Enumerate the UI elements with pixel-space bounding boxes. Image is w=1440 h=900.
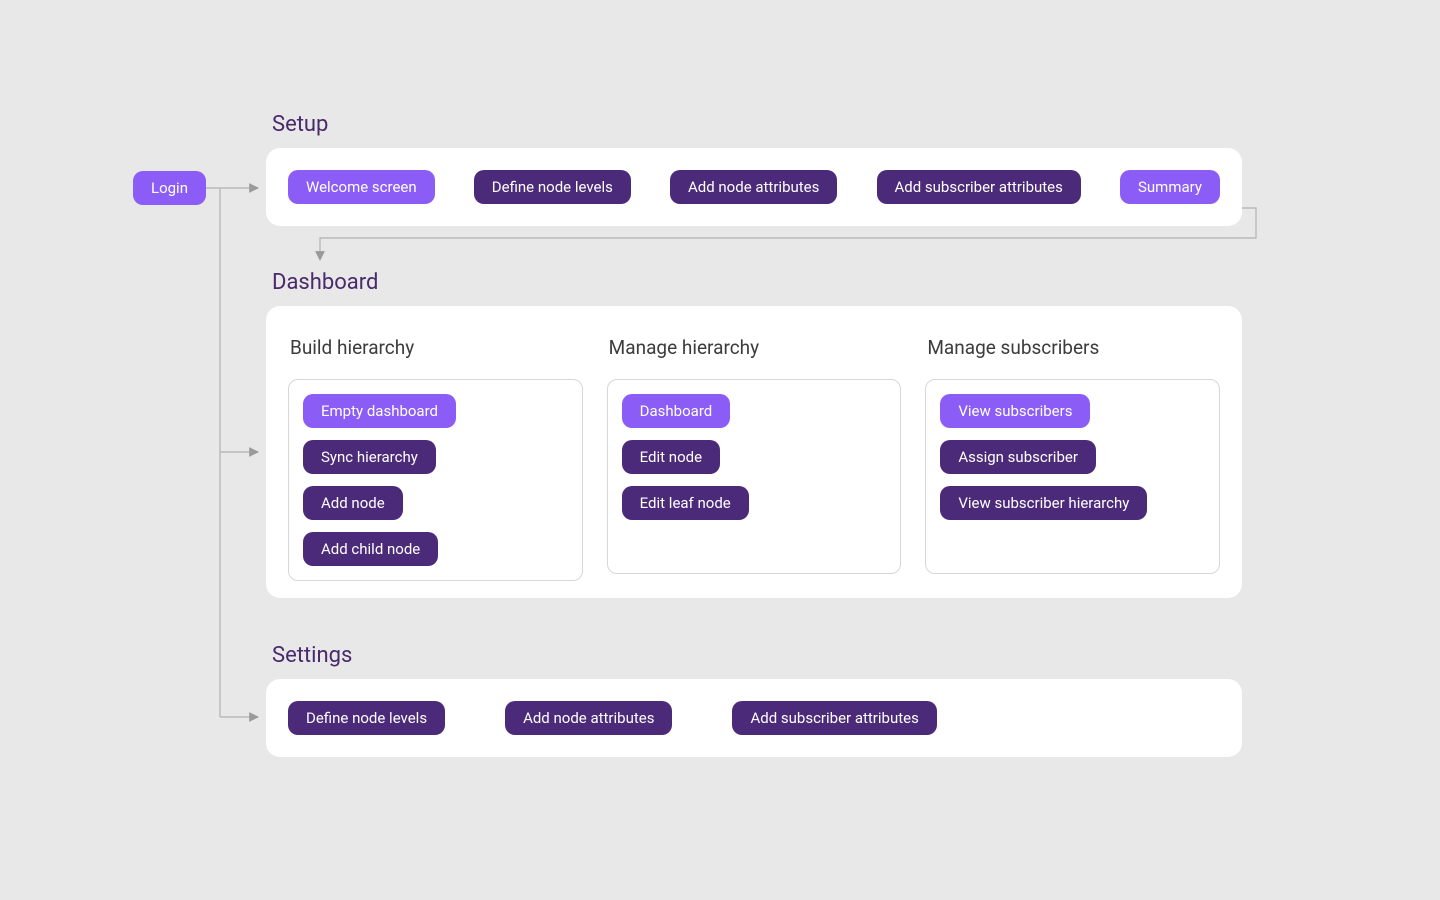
manage-dashboard[interactable]: Dashboard [622,394,731,428]
subs-assign-subscriber[interactable]: Assign subscriber [940,440,1096,474]
node-label: Add node attributes [523,709,654,727]
manage-edit-node[interactable]: Edit node [622,440,720,474]
node-label: Empty dashboard [321,402,438,420]
setup-step-label: Welcome screen [306,178,417,196]
settings-row: Define node levels Add node attributes A… [288,679,937,757]
dashboard-col-manage-subscribers: Manage subscribers View subscribers Assi… [925,330,1220,574]
settings-panel: Define node levels Add node attributes A… [266,679,1242,757]
node-label: Edit node [640,448,702,466]
dashboard-columns: Build hierarchy Empty dashboard Sync hie… [288,330,1220,574]
setup-step-label: Define node levels [492,178,613,196]
setup-step-label: Add subscriber attributes [895,178,1063,196]
subs-view-subscribers[interactable]: View subscribers [940,394,1090,428]
dashboard-col-title: Manage subscribers [927,336,1220,359]
settings-node-attributes[interactable]: Add node attributes [505,701,672,735]
node-label: View subscribers [958,402,1072,420]
dashboard-col-title: Build hierarchy [290,336,583,359]
node-label: Sync hierarchy [321,448,418,466]
node-label: Add node [321,494,385,512]
settings-title: Settings [272,643,352,668]
dashboard-col-title: Manage hierarchy [609,336,902,359]
dashboard-col-box: View subscribers Assign subscriber View … [925,379,1220,574]
node-label: Define node levels [306,709,427,727]
dashboard-col-box: Dashboard Edit node Edit leaf node [607,379,902,574]
dashboard-col-manage-hierarchy: Manage hierarchy Dashboard Edit node Edi… [607,330,902,574]
build-empty-dashboard[interactable]: Empty dashboard [303,394,456,428]
setup-steps-row: Welcome screen Define node levels Add no… [266,148,1242,226]
setup-step-summary[interactable]: Summary [1120,170,1220,204]
setup-step-label: Add node attributes [688,178,819,196]
subs-view-subscriber-hierarchy[interactable]: View subscriber hierarchy [940,486,1147,520]
dashboard-col-box: Empty dashboard Sync hierarchy Add node … [288,379,583,581]
node-label: Add child node [321,540,420,558]
build-add-child-node[interactable]: Add child node [303,532,438,566]
node-label: Dashboard [640,402,713,420]
setup-step-label: Summary [1138,178,1202,196]
setup-step-welcome[interactable]: Welcome screen [288,170,435,204]
settings-subscriber-attributes[interactable]: Add subscriber attributes [732,701,936,735]
build-sync-hierarchy[interactable]: Sync hierarchy [303,440,436,474]
dashboard-title: Dashboard [272,270,378,295]
node-label: Edit leaf node [640,494,731,512]
dashboard-col-build: Build hierarchy Empty dashboard Sync hie… [288,330,583,574]
setup-step-define-levels[interactable]: Define node levels [474,170,631,204]
manage-edit-leaf-node[interactable]: Edit leaf node [622,486,749,520]
setup-title: Setup [272,112,328,137]
setup-step-subscriber-attributes[interactable]: Add subscriber attributes [877,170,1081,204]
dashboard-panel: Build hierarchy Empty dashboard Sync hie… [266,306,1242,598]
login-label: Login [151,179,188,197]
build-add-node[interactable]: Add node [303,486,403,520]
settings-define-levels[interactable]: Define node levels [288,701,445,735]
node-label: Add subscriber attributes [750,709,918,727]
setup-step-node-attributes[interactable]: Add node attributes [670,170,837,204]
node-label: View subscriber hierarchy [958,494,1129,512]
node-label: Assign subscriber [958,448,1078,466]
setup-panel: Welcome screen Define node levels Add no… [266,148,1242,226]
login-node[interactable]: Login [133,171,206,205]
